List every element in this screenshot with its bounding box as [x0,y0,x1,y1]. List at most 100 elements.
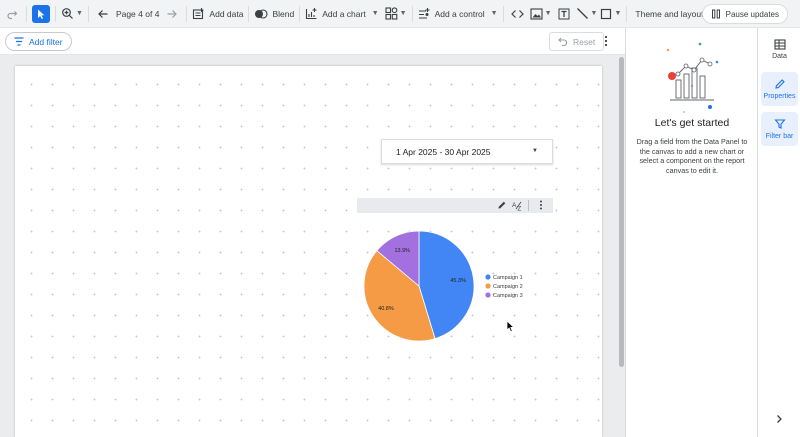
select-tool-button[interactable] [32,4,50,23]
toolbar-divider [26,5,27,22]
shape-button[interactable]: ▼ [600,4,621,24]
arrow-right-icon [167,9,178,18]
blend-label: Blend [272,8,295,19]
reset-button[interactable]: Reset [549,32,605,51]
toolbar-divider [299,5,301,22]
properties-panel: Let's get started Drag a field from the … [625,28,757,437]
chart-header-toolbar: AZ [357,198,553,213]
legend-swatch [485,283,491,289]
chevron-down-icon: ▼ [490,10,498,17]
legend-swatch [485,292,491,298]
rail-item-label: Filter bar [765,133,794,140]
embed-url-button[interactable] [509,5,527,23]
date-range-control[interactable]: 1 Apr 2025 - 30 Apr 2025 ▼ [381,139,553,164]
blend-button[interactable]: Blend [254,4,294,24]
filter-icon [773,119,786,129]
legend-swatch [485,274,491,280]
pie-chart[interactable]: 45.3% 40.8% 13.9% Campaign 1 Campaign 2 Campa… [357,213,553,348]
chart-illustration-icon [666,42,719,113]
add-filter-button[interactable]: Add filter [5,32,72,51]
theme-and-layout-button[interactable]: Theme and layout [635,4,703,24]
legend-item[interactable]: Campaign 3 [493,293,523,299]
pause-updates-button[interactable]: Pause updates [701,4,788,24]
rail-item-properties[interactable]: Properties [761,72,798,106]
text-button[interactable] [555,5,573,23]
add-chart-icon [306,8,317,20]
panel-description: Drag a field from the Data Panel to the … [636,137,748,175]
pie-data-label: 45.3% [450,278,466,284]
add-chart-button[interactable]: Add a chart ▼ [305,4,379,24]
add-control-icon [418,8,430,19]
more-vert-icon[interactable] [604,35,608,47]
pie-data-label: 40.8% [378,306,394,312]
line-icon [576,8,588,19]
svg-text:A: A [512,202,517,209]
more-vert-icon[interactable] [539,200,543,210]
chevron-down-icon: ▼ [399,10,407,17]
rail-item-data[interactable]: Data [761,32,798,66]
blend-icon [255,8,269,19]
rail-item-filter-bar[interactable]: Filter bar [761,112,798,146]
add-control-button[interactable]: Add a control ▼ [418,4,498,24]
toolbar-divider [248,5,250,22]
edit-pencil-icon[interactable] [497,200,507,210]
svg-text:Z: Z [518,207,522,212]
add-chart-label: Add a chart [322,8,366,19]
next-page-button[interactable] [163,5,181,23]
chevron-down-icon: ▼ [76,10,83,17]
zoom-in-icon [62,8,73,19]
chevron-down-icon: ▼ [614,10,622,17]
rail-item-label: Data [772,52,787,60]
image-button[interactable]: ▼ [530,4,552,24]
edit-pencil-icon [774,79,785,89]
image-icon [530,7,543,20]
toolbar-divider [502,5,504,22]
rail-item-label: Properties [763,93,796,100]
chevron-down-icon: ▼ [590,10,598,17]
line-button[interactable]: ▼ [576,4,598,24]
redo-icon[interactable] [3,5,21,23]
components-icon [385,7,397,20]
chevron-right-icon[interactable] [775,414,783,424]
previous-page-button[interactable] [94,5,112,23]
rectangle-icon [601,8,612,19]
pause-updates-label: Pause updates [725,9,779,19]
pause-icon [711,9,720,19]
filter-list-icon [14,37,24,46]
legend-item[interactable]: Campaign 2 [493,284,523,290]
toolbar-divider [528,200,529,211]
side-rail: Data Properties Filter bar [757,28,800,437]
table-icon [773,38,786,50]
date-range-value: 1 Apr 2025 - 30 Apr 2025 [396,146,491,157]
add-filter-label: Add filter [29,36,63,47]
chevron-down-icon: ▼ [371,10,379,17]
cursor-icon [38,9,45,19]
pie-data-label: 13.9% [394,248,410,254]
toolbar-divider [55,5,56,22]
sort-az-icon[interactable]: AZ [512,200,524,211]
canvas-scrollbar[interactable] [619,57,624,367]
page-indicator: Page 4 of 4 [115,8,160,19]
add-data-icon [193,8,204,20]
add-control-label: Add a control [434,8,485,19]
arrow-left-icon [98,9,108,18]
main-toolbar: ▼ Page 4 of 4 Add data Blend Add a chart… [0,0,800,28]
toolbar-divider [87,5,89,22]
toolbar-divider [186,5,188,22]
legend-item[interactable]: Campaign 1 [493,275,523,281]
reset-label: Reset [573,36,596,47]
zoom-button[interactable]: ▼ [61,4,83,24]
community-viz-button[interactable]: ▼ [385,4,407,24]
toolbar-divider [626,5,628,22]
panel-title: Let's get started [654,117,730,129]
dropdown-arrow-icon: ▼ [532,148,538,154]
code-icon [511,9,524,18]
add-data-button[interactable]: Add data [192,4,243,24]
mouse-cursor-icon [506,320,515,333]
filter-row: Add filter Reset [0,28,625,55]
add-data-label: Add data [209,8,244,19]
chevron-down-icon: ▼ [544,10,552,17]
toolbar-divider [411,5,413,22]
text-icon [558,8,570,19]
undo-icon [558,37,568,46]
